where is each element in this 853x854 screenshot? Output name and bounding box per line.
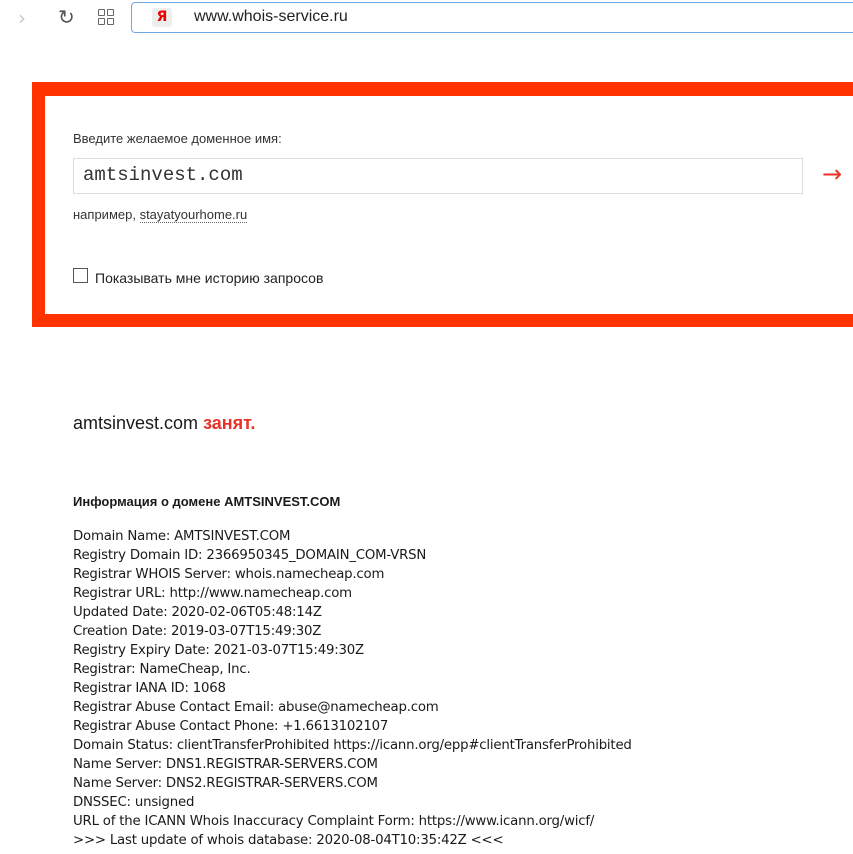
browser-toolbar: › ↻ Я www.whois-service.ru — [0, 0, 853, 38]
whois-line: Registrar Abuse Contact Phone: +1.661310… — [73, 719, 389, 734]
status-busy: занят. — [203, 413, 256, 433]
whois-line: Registrar IANA ID: 1068 — [73, 681, 226, 696]
whois-line: Domain Status: clientTransferProhibited … — [73, 738, 632, 753]
address-bar[interactable]: Я www.whois-service.ru — [131, 2, 853, 33]
submit-arrow-icon[interactable]: → — [822, 160, 842, 188]
tabs-grid-icon[interactable] — [98, 9, 114, 25]
history-checkbox[interactable] — [73, 268, 88, 283]
whois-line: URL of the ICANN Whois Inaccuracy Compla… — [73, 814, 595, 829]
whois-line: Registry Expiry Date: 2021-03-07T15:49:3… — [73, 643, 364, 658]
whois-line: >>> Last update of whois database: 2020-… — [73, 833, 504, 848]
domain-input[interactable]: amtsinvest.com — [73, 158, 803, 194]
whois-line: Registrar URL: http://www.namecheap.com — [73, 586, 352, 601]
history-checkbox-label[interactable]: Показывать мне историю запросов — [95, 270, 323, 286]
whois-line: Creation Date: 2019-03-07T15:49:30Z — [73, 624, 322, 639]
whois-line: Registrar Abuse Contact Email: abuse@nam… — [73, 700, 439, 715]
whois-line: Name Server: DNS2.REGISTRAR-SERVERS.COM — [73, 776, 378, 791]
example-link[interactable]: stayatyourhome.ru — [139, 207, 248, 223]
whois-line: DNSSEC: unsigned — [73, 795, 195, 810]
reload-icon[interactable]: ↻ — [58, 5, 75, 29]
whois-line: Name Server: DNS1.REGISTRAR-SERVERS.COM — [73, 757, 378, 772]
whois-line: Updated Date: 2020-02-06T05:48:14Z — [73, 605, 322, 620]
whois-line: Registrar: NameCheap, Inc. — [73, 662, 251, 677]
yandex-icon: Я — [152, 8, 172, 27]
domain-input-label: Введите желаемое доменное имя: — [73, 131, 282, 146]
whois-line: Domain Name: AMTSINVEST.COM — [73, 529, 291, 544]
forward-icon[interactable]: › — [18, 6, 26, 30]
example-prefix: например, — [73, 207, 140, 222]
info-heading: Информация о домене AMTSINVEST.COM — [73, 494, 341, 509]
whois-record: Domain Name: AMTSINVEST.COM Registry Doma… — [73, 527, 632, 850]
search-form-frame — [32, 82, 853, 327]
domain-status: amtsinvest.com занят. — [73, 413, 255, 434]
whois-line: Registry Domain ID: 2366950345_DOMAIN_CO… — [73, 548, 427, 563]
whois-line: Registrar WHOIS Server: whois.namecheap.… — [73, 567, 385, 582]
status-domain: amtsinvest.com — [73, 413, 199, 433]
url-text[interactable]: www.whois-service.ru — [194, 8, 348, 26]
example-text: например, stayatyourhome.ru — [73, 207, 248, 223]
